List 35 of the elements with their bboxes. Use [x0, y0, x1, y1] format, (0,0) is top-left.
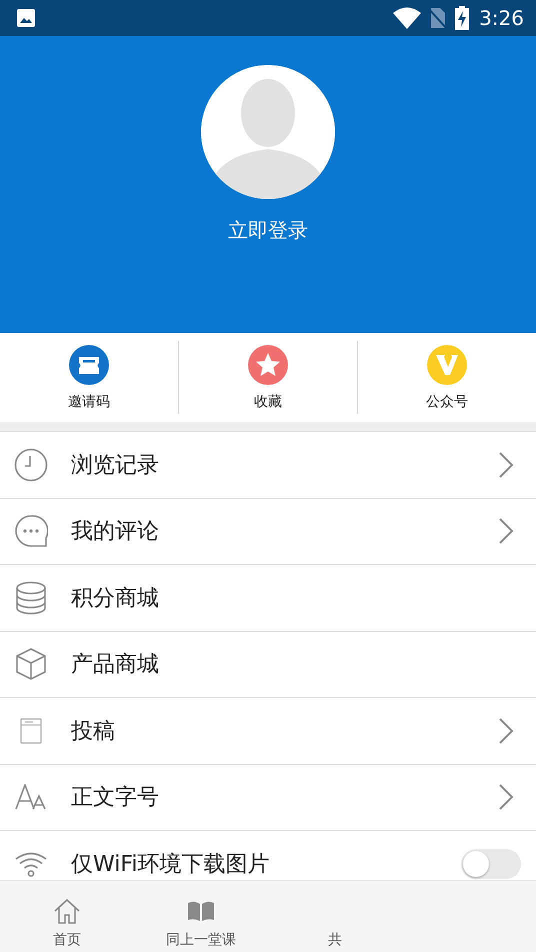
shortcut-button[interactable]: 收藏 — [178, 341, 357, 414]
tab-bar-item[interactable]: 共 — [268, 881, 402, 952]
letter-v-icon — [427, 344, 467, 384]
tab-bar-item[interactable]: 同上一堂课 — [134, 881, 268, 952]
shortcut-button[interactable]: 公众号 — [357, 341, 536, 414]
menu-label: 投稿 — [71, 718, 116, 746]
menu-label: 我的评论 — [71, 518, 160, 546]
menu-label: 正文字号 — [71, 784, 160, 812]
image-icon — [16, 8, 36, 28]
menu-label: 仅WiFi环境下载图片 — [71, 850, 271, 879]
font-size-icon — [15, 784, 47, 810]
cube-icon — [15, 647, 47, 682]
chevron-right-icon — [498, 450, 514, 479]
menu-label: 产品商城 — [71, 651, 160, 680]
ticket-icon — [69, 344, 109, 384]
avatar-icon[interactable] — [201, 65, 335, 199]
document-icon — [20, 718, 42, 744]
tab-bar-item[interactable]: 首页 — [0, 881, 134, 952]
login-link[interactable]: 立即登录 — [224, 215, 312, 246]
chat-bubble-icon — [14, 514, 48, 548]
chevron-right-icon — [498, 716, 514, 745]
menu-label: 积分商城 — [71, 584, 160, 613]
wifi-icon — [15, 850, 47, 877]
clock-icon — [14, 448, 48, 482]
clock-time: 3:26 — [479, 6, 524, 30]
wifi-icon — [393, 7, 422, 29]
shortcut-button[interactable]: 邀请码 — [0, 341, 178, 414]
battery-charging-icon — [455, 6, 470, 30]
chevron-right-icon — [498, 517, 514, 546]
home-icon — [53, 897, 81, 925]
chevron-right-icon — [498, 783, 514, 812]
menu-label: 浏览记录 — [71, 452, 160, 480]
database-icon — [15, 580, 47, 615]
menu-item[interactable]: 仅WiFi环境下载图片 — [0, 830, 536, 880]
toggle-switch[interactable] — [461, 848, 521, 879]
